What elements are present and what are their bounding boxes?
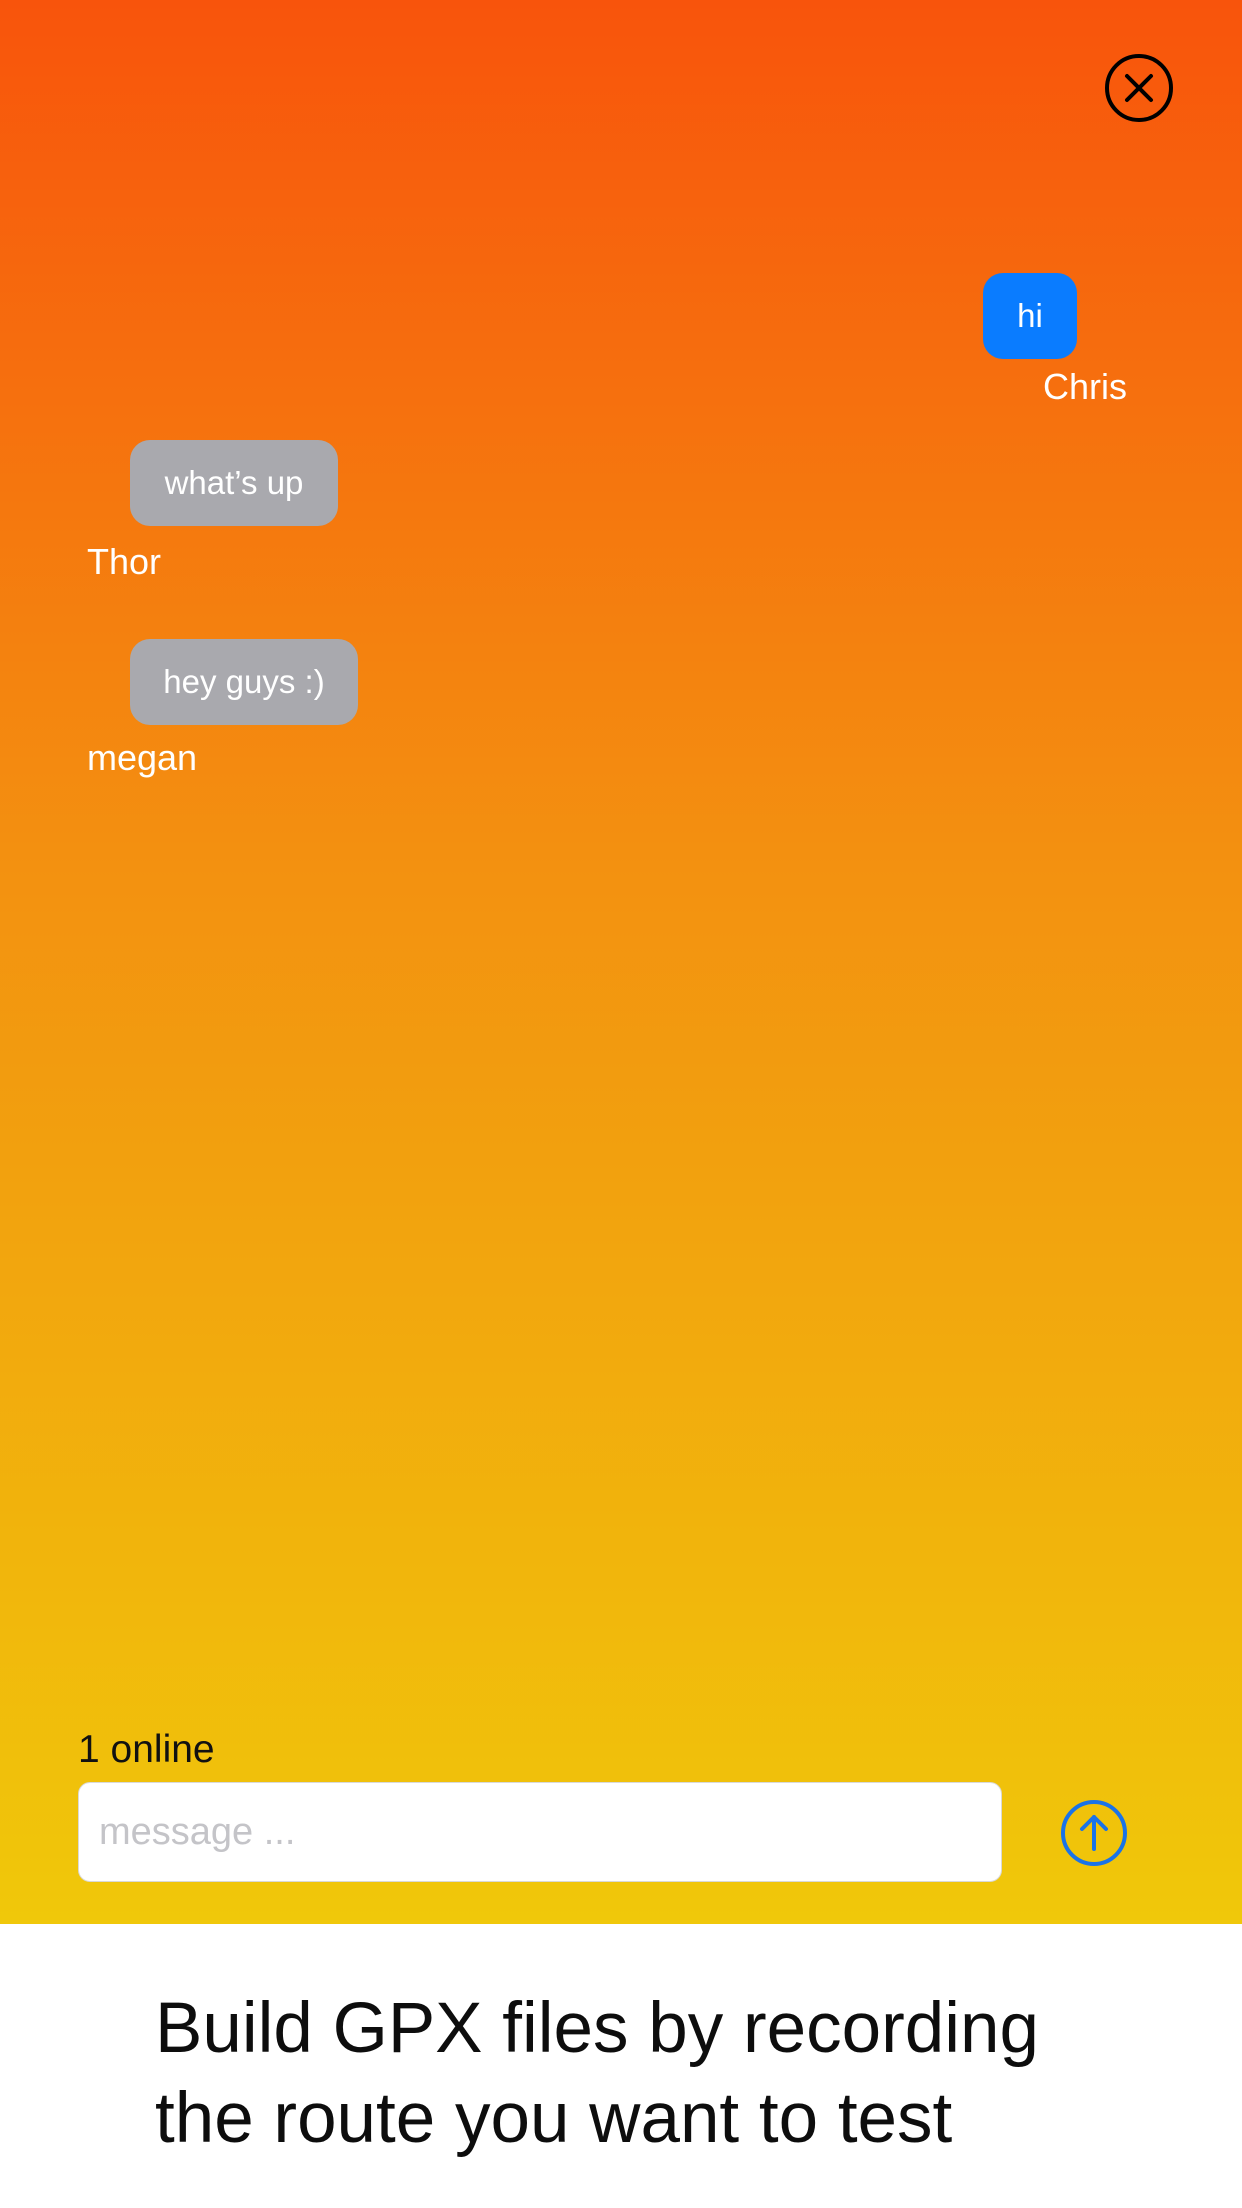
message-input[interactable] [78,1782,1002,1882]
message-bubble: hi [983,273,1077,359]
close-button[interactable] [1104,53,1174,123]
message-bubble: hey guys :) [130,639,358,725]
send-button[interactable] [1060,1799,1128,1867]
message-sender: megan [87,737,198,778]
message-bubble: what’s up [130,440,338,526]
caption-text: Build GPX files by recording the route y… [155,1989,1039,2158]
message-sender: Chris [1043,366,1128,407]
message-sender: Thor [87,541,162,582]
close-circle-icon [1105,54,1173,122]
caption-area: Build GPX files by recording the route y… [0,1924,1242,2208]
chat-screen: hi Chris what’s up Thor hey guys :) mega… [0,0,1242,1924]
arrow-up-circle-icon [1061,1800,1127,1866]
online-status: 1 online [78,1728,215,1771]
